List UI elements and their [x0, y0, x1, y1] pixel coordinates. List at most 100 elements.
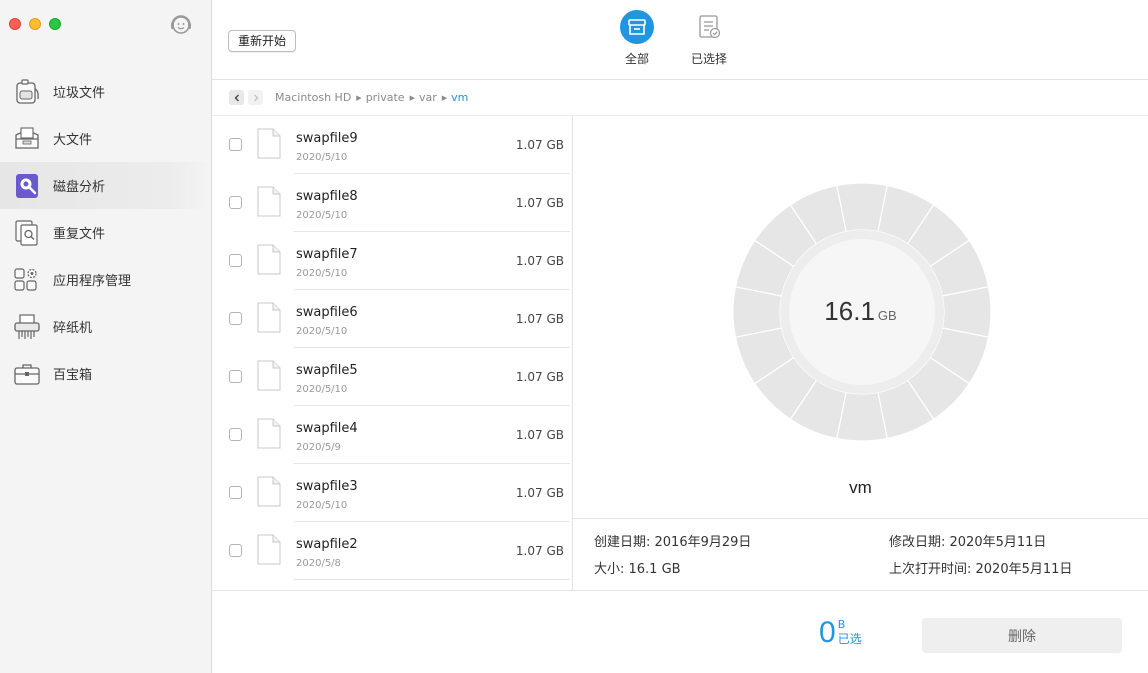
file-list: swapfile9 2020/5/10 1.07 GB swapfile8 20…: [212, 116, 573, 590]
breadcrumb: Macintosh HD ▶ private ▶ var ▶ vm: [212, 80, 1148, 116]
file-checkbox[interactable]: [229, 312, 242, 325]
current-folder-name: vm: [849, 478, 872, 497]
sidebar-item-disk-analysis[interactable]: 磁盘分析: [0, 162, 211, 209]
document-icon: [257, 302, 281, 333]
list-item[interactable]: swapfile5 2020/5/10 1.07 GB: [212, 348, 572, 406]
selected-size: 0 B 已选: [819, 616, 862, 650]
file-date: 2020/5/8: [296, 558, 341, 569]
sidebar-item-junk-files[interactable]: 垃圾文件: [0, 68, 211, 115]
duplicate-file-icon: [12, 218, 42, 248]
disk-analysis-icon: [12, 171, 42, 201]
sidebar-item-label: 大文件: [53, 133, 93, 148]
breadcrumb-item-current[interactable]: vm: [451, 91, 468, 104]
delete-button[interactable]: 删除: [922, 618, 1122, 653]
sidebar-nav: 垃圾文件 大文件 磁盘分析 重复文件 应用程序管理 碎纸机 百宝箱: [0, 68, 211, 397]
file-checkbox[interactable]: [229, 138, 242, 151]
file-size: 1.07 GB: [515, 312, 564, 326]
folder-size: 大小: 16.1 GB: [594, 562, 681, 577]
list-item[interactable]: swapfile3 2020/5/10 1.07 GB: [212, 464, 572, 522]
sidebar-item-label: 重复文件: [53, 227, 106, 242]
file-name: swapfile5: [296, 363, 358, 378]
customer-support-icon[interactable]: [168, 12, 194, 38]
vacuum-icon: [12, 77, 42, 107]
file-name: swapfile3: [296, 479, 358, 494]
last-opened-date: 上次打开时间: 2020年5月11日: [889, 562, 1073, 577]
zoom-window-button[interactable]: [49, 18, 61, 30]
file-size: 1.07 GB: [515, 544, 564, 558]
tab-label: 已选择: [690, 52, 727, 66]
shredder-icon: [12, 312, 42, 342]
selected-size-value: 0: [819, 616, 836, 649]
list-item[interactable]: swapfile7 2020/5/10 1.07 GB: [212, 232, 572, 290]
list-item[interactable]: swapfile2 2020/5/8 1.07 GB: [212, 522, 572, 580]
file-date: 2020/5/10: [296, 268, 348, 279]
list-item[interactable]: swapfile6 2020/5/10 1.07 GB: [212, 290, 572, 348]
archive-box-icon: [620, 10, 654, 44]
created-date: 创建日期: 2016年9月29日: [594, 535, 752, 550]
document-icon: [257, 186, 281, 217]
file-size: 1.07 GB: [515, 138, 564, 152]
sidebar-item-label: 应用程序管理: [53, 274, 132, 289]
breadcrumb-separator-icon: ▶: [409, 93, 415, 102]
file-date: 2020/5/10: [296, 384, 348, 395]
selected-size-unit: B: [837, 618, 846, 631]
total-size-value: 16.1: [824, 296, 875, 326]
document-icon: [257, 360, 281, 391]
folder-info-panel: 创建日期: 2016年9月29日 大小: 16.1 GB 修改日期: 2020年…: [573, 520, 1148, 590]
close-window-button[interactable]: [9, 18, 21, 30]
list-item[interactable]: swapfile4 2020/5/9 1.07 GB: [212, 406, 572, 464]
file-name: swapfile4: [296, 421, 358, 436]
list-item[interactable]: swapfile9 2020/5/10 1.07 GB: [212, 116, 572, 174]
large-file-box-icon: [12, 124, 42, 154]
minimize-window-button[interactable]: [29, 18, 41, 30]
modified-date: 修改日期: 2020年5月11日: [889, 535, 1047, 550]
forward-button[interactable]: [248, 90, 263, 105]
file-name: swapfile2: [296, 537, 358, 552]
file-size: 1.07 GB: [515, 428, 564, 442]
document-icon: [257, 476, 281, 507]
breadcrumb-separator-icon: ▶: [441, 93, 448, 102]
tab-all[interactable]: 全部: [607, 10, 667, 67]
file-name: swapfile9: [296, 131, 358, 146]
list-item[interactable]: swapfile8 2020/5/10 1.07 GB: [212, 174, 572, 232]
file-date: 2020/5/10: [296, 326, 348, 337]
file-size: 1.07 GB: [515, 254, 564, 268]
sidebar: 垃圾文件 大文件 磁盘分析 重复文件 应用程序管理 碎纸机 百宝箱: [0, 0, 212, 673]
file-checkbox[interactable]: [229, 254, 242, 267]
top-toolbar: 重新开始 全部 已选择: [212, 0, 1148, 80]
bottom-action-bar: 0 B 已选 删除: [212, 590, 1148, 673]
app-manager-icon: [12, 265, 42, 295]
sidebar-item-large-files[interactable]: 大文件: [0, 115, 211, 162]
sidebar-item-label: 百宝箱: [53, 368, 93, 383]
document-icon: [257, 244, 281, 275]
file-checkbox[interactable]: [229, 428, 242, 441]
restart-button[interactable]: 重新开始: [228, 30, 297, 52]
file-date: 2020/5/10: [296, 210, 348, 221]
file-name: swapfile6: [296, 305, 358, 320]
sidebar-item-toolbox[interactable]: 百宝箱: [0, 350, 211, 397]
file-size: 1.07 GB: [515, 196, 564, 210]
breadcrumb-item[interactable]: private: [366, 91, 405, 104]
breadcrumb-item[interactable]: var: [419, 91, 437, 104]
toolbox-icon: [12, 359, 42, 389]
breadcrumb-item[interactable]: Macintosh HD: [275, 91, 351, 104]
file-checkbox[interactable]: [229, 370, 242, 383]
file-date: 2020/5/10: [296, 152, 348, 163]
sidebar-item-app-manager[interactable]: 应用程序管理: [0, 256, 211, 303]
tab-selected[interactable]: 已选择: [679, 10, 739, 67]
selected-list-icon: [692, 10, 726, 44]
total-size-unit: GB: [877, 308, 897, 323]
file-checkbox[interactable]: [229, 196, 242, 209]
sidebar-item-duplicate-files[interactable]: 重复文件: [0, 209, 211, 256]
disk-usage-chart-panel: 16.1 GB vm: [573, 116, 1148, 519]
document-icon: [257, 418, 281, 449]
file-name: swapfile8: [296, 189, 358, 204]
sidebar-item-label: 碎纸机: [53, 321, 93, 336]
file-checkbox[interactable]: [229, 544, 242, 557]
app-window: 垃圾文件 大文件 磁盘分析 重复文件 应用程序管理 碎纸机 百宝箱 重新开始 全…: [0, 0, 1148, 673]
file-size: 1.07 GB: [515, 370, 564, 384]
file-checkbox[interactable]: [229, 486, 242, 499]
chevron-right-icon: [253, 94, 258, 101]
back-button[interactable]: [229, 90, 244, 105]
sidebar-item-shredder[interactable]: 碎纸机: [0, 303, 211, 350]
